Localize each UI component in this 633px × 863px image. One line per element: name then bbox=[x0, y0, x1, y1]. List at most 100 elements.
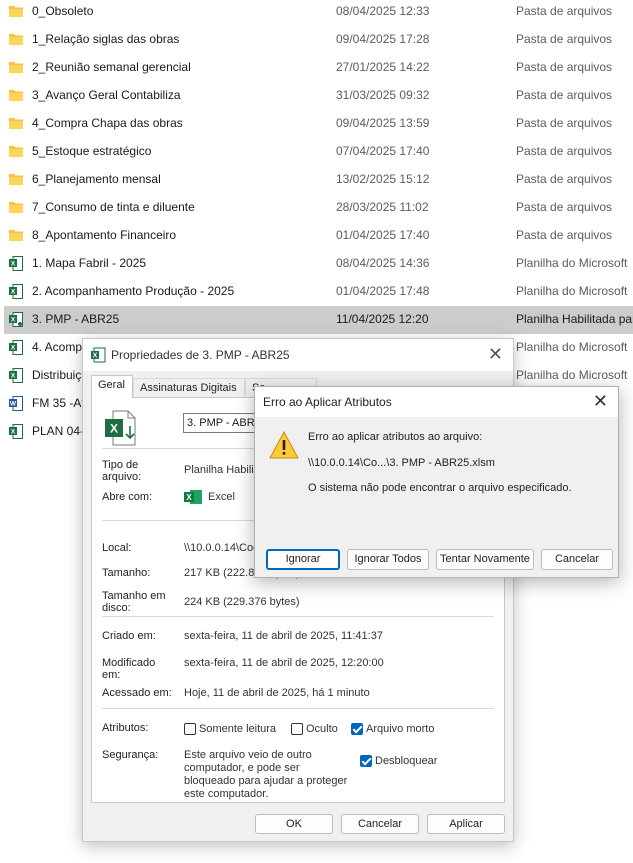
folder-icon bbox=[9, 88, 23, 103]
hidden-checkbox[interactable] bbox=[291, 723, 303, 735]
svg-text:X: X bbox=[186, 493, 192, 502]
file-row[interactable]: 3_Avanço Geral Contabiliza 31/03/2025 09:… bbox=[4, 82, 633, 110]
file-type: Pasta de arquivos bbox=[516, 88, 613, 102]
file-date: 01/04/2025 17:48 bbox=[336, 284, 430, 298]
attributes-label: Atributos: bbox=[102, 722, 149, 734]
file-name: 1. Mapa Fabril - 2025 bbox=[32, 256, 147, 270]
file-name: 5_Estoque estratégico bbox=[32, 144, 152, 158]
error-cancel-button[interactable]: Cancelar bbox=[541, 549, 613, 570]
file-type: Planilha Habilitada par bbox=[516, 312, 633, 326]
ok-button[interactable]: OK bbox=[255, 814, 333, 834]
warning-icon bbox=[269, 431, 299, 459]
folder-icon bbox=[9, 228, 23, 243]
file-row[interactable]: 4_Compra Chapa das obras 09/04/2025 13:59… bbox=[4, 110, 633, 138]
error-message-detail: O sistema não pode encontrar o arquivo e… bbox=[308, 482, 572, 494]
unblock-checkbox[interactable] bbox=[360, 755, 372, 767]
apply-button[interactable]: Aplicar bbox=[427, 814, 505, 834]
tab-geral[interactable]: Geral bbox=[91, 375, 133, 398]
excel-file-icon: X bbox=[9, 368, 23, 383]
ignore-button[interactable]: Ignorar bbox=[266, 549, 340, 570]
ignore-all-button[interactable]: Ignorar Todos bbox=[347, 549, 429, 570]
file-type: Pasta de arquivos bbox=[516, 200, 613, 214]
tab-assinaturas[interactable]: Assinaturas Digitais bbox=[133, 378, 245, 396]
file-name: 4. Acompa bbox=[32, 340, 89, 354]
file-type: Planilha do Microsoft bbox=[516, 284, 628, 298]
error-dialog: Erro ao Aplicar Atributos ✕ Erro ao apli… bbox=[254, 386, 619, 578]
file-name: 7_Consumo de tinta e diluente bbox=[32, 200, 195, 214]
accessed-value: Hoje, 11 de abril de 2025, há 1 minuto bbox=[184, 687, 370, 699]
excel-file-icon: X bbox=[91, 347, 106, 363]
svg-text:X: X bbox=[11, 289, 16, 296]
disk-size-value: 224 KB (229.376 bytes) bbox=[184, 596, 300, 608]
svg-text:X: X bbox=[93, 353, 98, 360]
file-date: 31/03/2025 09:32 bbox=[336, 88, 430, 102]
security-label: Segurança: bbox=[102, 749, 159, 761]
error-title: Erro ao Aplicar Atributos bbox=[263, 395, 392, 409]
properties-titlebar[interactable]: X Propriedades de 3. PMP - ABR25 ✕ bbox=[83, 339, 513, 371]
file-date: 09/04/2025 17:28 bbox=[336, 32, 430, 46]
file-row[interactable]: 1_Relação siglas das obras 09/04/2025 17:… bbox=[4, 26, 633, 54]
created-value: sexta-feira, 11 de abril de 2025, 11:41:… bbox=[184, 630, 383, 642]
readonly-checkbox[interactable] bbox=[184, 723, 196, 735]
file-name: 3_Avanço Geral Contabiliza bbox=[32, 88, 181, 102]
svg-text:X: X bbox=[11, 317, 16, 324]
close-icon[interactable]: ✕ bbox=[488, 345, 503, 363]
file-row[interactable]: 5_Estoque estratégico 07/04/2025 17:40 Pas… bbox=[4, 138, 633, 166]
file-type: Planilha do Microsoft bbox=[516, 340, 628, 354]
modified-label: Modificado em: bbox=[102, 657, 156, 681]
close-icon[interactable]: ✕ bbox=[593, 392, 608, 410]
divider bbox=[102, 708, 494, 709]
svg-text:X: X bbox=[11, 429, 16, 436]
file-row[interactable]: X 2. Acompanhamento Produção - 2025 01/04/… bbox=[4, 278, 633, 306]
file-date: 13/02/2025 15:12 bbox=[336, 172, 430, 186]
file-row[interactable]: X 1. Mapa Fabril - 2025 08/04/2025 14:36 Pl… bbox=[4, 250, 633, 278]
cancel-button[interactable]: Cancelar bbox=[341, 814, 419, 834]
security-text: Este arquivo veio de outro computador, e… bbox=[184, 749, 348, 800]
file-name: 8_Apontamento Financeiro bbox=[32, 228, 177, 242]
readonly-label: Somente leitura bbox=[199, 723, 277, 735]
file-row[interactable]: 0_Obsoleto 08/04/2025 12:33 Pasta de arqui… bbox=[4, 0, 633, 26]
created-label: Criado em: bbox=[102, 630, 156, 642]
file-row[interactable]: 2_Reunião semanal gerencial 27/01/2025 14… bbox=[4, 54, 633, 82]
file-name: 4_Compra Chapa das obras bbox=[32, 116, 183, 130]
file-type: Pasta de arquivos bbox=[516, 228, 613, 242]
excel-macro-file-icon: X bbox=[9, 312, 23, 327]
accessed-label: Acessado em: bbox=[102, 687, 172, 699]
file-date: 28/03/2025 11:02 bbox=[336, 200, 429, 214]
modified-value: sexta-feira, 11 de abril de 2025, 12:20:… bbox=[184, 657, 384, 669]
archive-checkbox[interactable] bbox=[351, 723, 363, 735]
file-date: 07/04/2025 17:40 bbox=[336, 144, 430, 158]
opens-with-value: Excel bbox=[208, 491, 235, 503]
file-type: Planilha do Microsoft bbox=[516, 368, 628, 382]
file-name: 0_Obsoleto bbox=[32, 4, 94, 18]
error-message-line1: Erro ao aplicar atributos ao arquivo: bbox=[308, 431, 483, 443]
svg-text:X: X bbox=[11, 261, 16, 268]
file-row[interactable]: X 3. PMP - ABR25 11/04/2025 12:20 Planilha … bbox=[4, 306, 633, 334]
file-type: Pasta de arquivos bbox=[516, 32, 613, 46]
svg-text:W: W bbox=[10, 401, 17, 408]
file-name: FM 35 -Ati bbox=[32, 396, 88, 410]
file-type: Pasta de arquivos bbox=[516, 172, 613, 186]
folder-icon bbox=[9, 32, 23, 47]
folder-icon bbox=[9, 116, 23, 131]
error-body: Erro ao aplicar atributos ao arquivo: \\… bbox=[255, 417, 618, 577]
file-type: Planilha do Microsoft bbox=[516, 256, 628, 270]
folder-icon bbox=[9, 172, 23, 187]
disk-size-label: Tamanho em disco: bbox=[102, 590, 166, 614]
file-date: 27/01/2025 14:22 bbox=[336, 60, 430, 74]
error-titlebar[interactable]: Erro ao Aplicar Atributos ✕ bbox=[255, 387, 618, 417]
retry-button[interactable]: Tentar Novamente bbox=[436, 549, 534, 570]
file-row[interactable]: 7_Consumo de tinta e diluente 28/03/2025 … bbox=[4, 194, 633, 222]
excel-app-icon: X bbox=[184, 490, 202, 504]
excel-file-icon: X bbox=[9, 424, 23, 439]
hidden-label: Oculto bbox=[306, 723, 338, 735]
svg-text:X: X bbox=[11, 373, 16, 380]
file-type: Pasta de arquivos bbox=[516, 116, 613, 130]
error-message-path: \\10.0.0.14\Co...\3. PMP - ABR25.xlsm bbox=[308, 457, 495, 469]
file-row[interactable]: 6_Planejamento mensal 13/02/2025 15:12 Pas… bbox=[4, 166, 633, 194]
type-label: Tipo de arquivo: bbox=[102, 459, 142, 483]
location-label: Local: bbox=[102, 542, 132, 554]
file-row[interactable]: 8_Apontamento Financeiro 01/04/2025 17:40… bbox=[4, 222, 633, 250]
file-type: Pasta de arquivos bbox=[516, 60, 613, 74]
opens-with-label: Abre com: bbox=[102, 491, 153, 503]
